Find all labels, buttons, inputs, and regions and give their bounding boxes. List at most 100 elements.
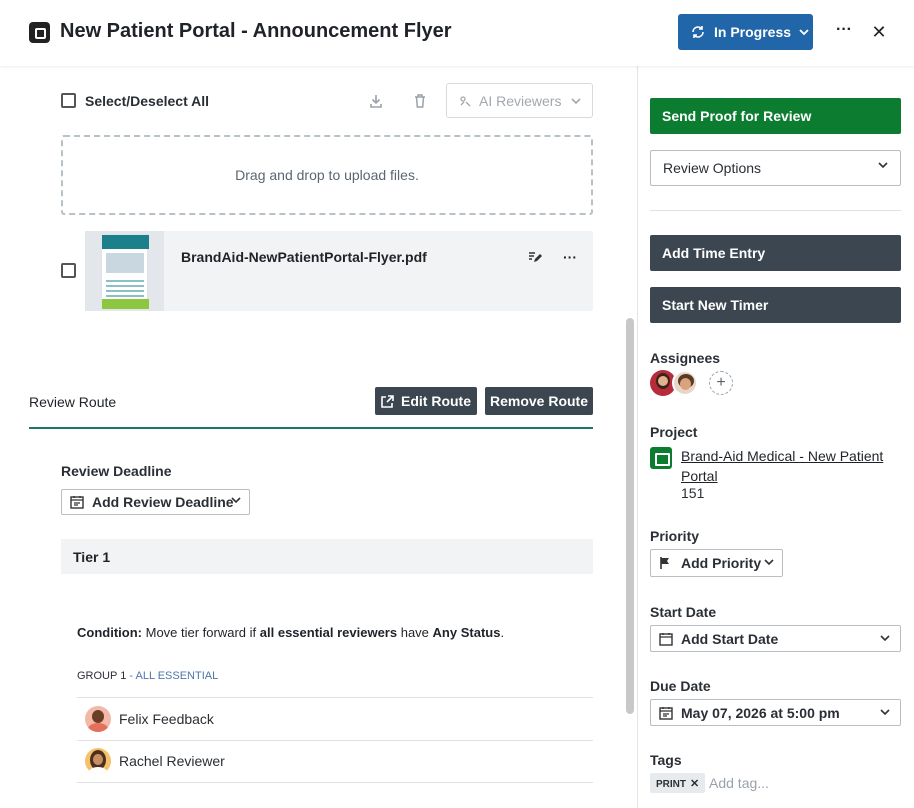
condition-text: Move tier forward if (145, 625, 257, 640)
tier-label: Tier 1 (73, 549, 111, 565)
reviewer-name: Rachel Reviewer (119, 753, 225, 769)
condition-label: Condition: (77, 625, 142, 640)
add-review-deadline-button[interactable]: Add Review Deadline (61, 489, 250, 515)
remove-route-label: Remove Route (489, 393, 589, 409)
review-options-dropdown[interactable]: Review Options (650, 150, 901, 186)
edit-route-label: Edit Route (401, 393, 471, 409)
status-dropdown-button[interactable]: In Progress (678, 14, 813, 50)
preview-band (102, 235, 149, 249)
reviewer-row[interactable]: Rachel Reviewer (85, 748, 225, 774)
condition-end: . (500, 625, 505, 640)
file-more-icon[interactable]: ··· (563, 249, 577, 265)
start-new-timer-label: Start New Timer (662, 297, 769, 313)
ai-reviewers-label: AI Reviewers (479, 92, 562, 109)
tag-input[interactable]: Add tag... (709, 775, 769, 791)
divider (77, 740, 593, 741)
review-options-label: Review Options (663, 160, 762, 176)
condition-bold: all essential reviewers (259, 625, 398, 640)
external-link-icon (381, 394, 394, 408)
start-date-label: Start Date (650, 604, 717, 620)
review-deadline-label: Review Deadline (61, 463, 172, 479)
preview-band (102, 299, 149, 309)
group-label: GROUP 1 (77, 670, 127, 682)
review-route-title: Review Route (29, 394, 117, 410)
main-scrollbar[interactable] (626, 318, 634, 714)
add-time-entry-button[interactable]: Add Time Entry (650, 235, 901, 271)
due-date-label: Due Date (650, 678, 711, 694)
add-priority-button[interactable]: Add Priority (650, 549, 783, 577)
project-label: Project (650, 424, 698, 440)
file-thumbnail[interactable] (85, 231, 164, 311)
preview-band (106, 277, 144, 297)
start-new-timer-button[interactable]: Start New Timer (650, 287, 901, 323)
dropzone-text: Drag and drop to upload files. (235, 167, 419, 183)
file-name[interactable]: BrandAid-NewPatientPortal-Flyer.pdf (181, 249, 427, 265)
select-all-checkbox[interactable] (61, 93, 76, 108)
chevron-down-icon (764, 558, 774, 566)
edit-proof-icon[interactable] (528, 250, 542, 264)
add-start-date-label: Add Start Date (681, 630, 779, 647)
reviewer-name: Felix Feedback (119, 711, 214, 727)
due-date-value: May 07, 2026 at 5:00 pm (681, 704, 840, 721)
divider (650, 210, 901, 211)
file-dropzone[interactable]: Drag and drop to upload files. (61, 135, 593, 215)
header: New Patient Portal - Announcement Flyer … (0, 0, 914, 66)
calendar-icon (659, 706, 673, 720)
reviewer-row[interactable]: Felix Feedback (85, 706, 214, 732)
divider (77, 782, 593, 783)
edit-route-button[interactable]: Edit Route (375, 387, 477, 415)
chevron-down-icon (231, 496, 241, 504)
chevron-down-icon (880, 708, 890, 716)
sync-icon (690, 24, 706, 40)
route-underline (29, 427, 593, 429)
add-time-entry-label: Add Time Entry (662, 245, 766, 261)
file-checkbox[interactable] (61, 263, 76, 278)
add-priority-label: Add Priority (681, 555, 762, 571)
ai-reviewers-button[interactable]: AI Reviewers (446, 83, 593, 118)
start-date-picker[interactable]: Add Start Date (650, 625, 901, 652)
condition-bold: Any Status (432, 625, 501, 640)
tag-remove-icon[interactable]: ✕ (690, 778, 699, 790)
flyer-preview (101, 234, 149, 309)
priority-label: Priority (650, 528, 700, 544)
avatar (85, 706, 111, 732)
file-row[interactable]: BrandAid-NewPatientPortal-Flyer.pdf ··· (85, 231, 593, 311)
status-label: In Progress (714, 24, 792, 40)
condition-text: have (400, 625, 429, 640)
logo-icon (29, 22, 50, 43)
add-assignee-plus-icon[interactable]: + (709, 371, 733, 395)
avatar (85, 748, 111, 774)
close-icon[interactable]: ✕ (870, 22, 888, 42)
add-review-deadline-label: Add Review Deadline (92, 494, 234, 510)
ai-reviewers-icon (459, 95, 471, 107)
chevron-down-icon (878, 161, 888, 169)
divider (77, 697, 593, 698)
more-icon[interactable]: ··· (834, 22, 854, 42)
tier-header[interactable]: Tier 1 (61, 539, 593, 574)
calendar-icon (70, 495, 84, 509)
tag-chip[interactable]: PRINT ✕ (650, 773, 706, 793)
chevron-down-icon (880, 634, 890, 642)
avatar[interactable] (672, 370, 698, 396)
calendar-icon (659, 632, 673, 646)
folder-icon (650, 447, 672, 469)
flag-icon (659, 556, 673, 570)
page-title: New Patient Portal - Announcement Flyer (60, 20, 452, 42)
assignees-label: Assignees (650, 350, 721, 366)
due-date-picker[interactable]: May 07, 2026 at 5:00 pm (650, 699, 901, 726)
project-id: 151 (681, 485, 705, 501)
group-heading: GROUP 1 - ALL ESSENTIAL (77, 670, 218, 682)
download-icon[interactable] (369, 93, 383, 109)
chevron-down-icon (571, 97, 582, 105)
trash-icon[interactable] (414, 93, 426, 109)
group-type: ALL ESSENTIAL (135, 670, 219, 682)
send-proof-button[interactable]: Send Proof for Review (650, 98, 901, 134)
tier-condition: Condition: Move tier forward if all esse… (77, 625, 504, 640)
tag-label: PRINT (656, 779, 686, 790)
project-link[interactable]: Brand-Aid Medical - New Patient Portal (681, 446, 896, 486)
tags-label: Tags (650, 752, 682, 768)
send-proof-label: Send Proof for Review (662, 108, 812, 124)
chevron-down-icon (799, 28, 809, 36)
remove-route-button[interactable]: Remove Route (485, 387, 593, 415)
preview-band (106, 253, 144, 273)
